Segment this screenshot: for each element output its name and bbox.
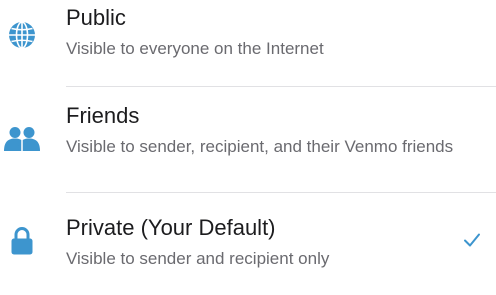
option-description: Visible to sender and recipient only <box>66 249 330 268</box>
checkmark-icon <box>462 230 482 250</box>
friends-icon <box>0 122 44 156</box>
option-description: Visible to everyone on the Internet <box>66 39 324 58</box>
privacy-option-friends[interactable]: Friends Visible to sender, recipient, an… <box>0 86 496 192</box>
option-text-public: Public Visible to everyone on the Intern… <box>66 4 456 60</box>
privacy-option-private[interactable]: Private (Your Default) Visible to sender… <box>0 192 496 295</box>
option-title: Public <box>66 5 126 30</box>
option-title: Friends <box>66 103 140 128</box>
privacy-option-public[interactable]: Public Visible to everyone on the Intern… <box>0 0 496 86</box>
globe-icon <box>0 18 44 52</box>
option-description: Visible to sender, recipient, and their … <box>66 137 454 156</box>
option-title: Private (Your Default) <box>66 215 276 240</box>
privacy-options-list: Public Visible to everyone on the Intern… <box>0 0 496 295</box>
option-text-friends: Friends Visible to sender, recipient, an… <box>66 102 456 158</box>
option-text-private: Private (Your Default) Visible to sender… <box>66 214 456 270</box>
lock-icon <box>0 224 44 258</box>
